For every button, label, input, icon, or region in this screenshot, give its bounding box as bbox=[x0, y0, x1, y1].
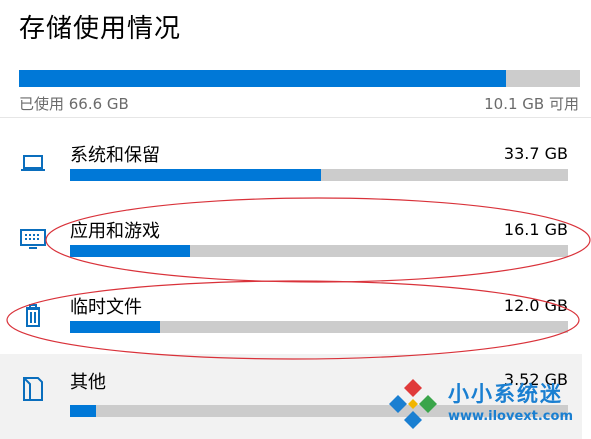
trash-icon bbox=[18, 300, 48, 330]
category-usage-bar-fill bbox=[70, 169, 322, 181]
category-size: 12.0 GB bbox=[503, 296, 568, 315]
category-label: 系统和保留 bbox=[70, 145, 160, 166]
category-size: 33.7 GB bbox=[503, 144, 568, 163]
category-label: 应用和游戏 bbox=[70, 221, 160, 242]
watermark-logo-icon bbox=[389, 379, 437, 429]
free-space-label: 10.1 GB 可用 bbox=[484, 95, 579, 113]
total-storage-bar-fill bbox=[19, 70, 506, 87]
keyboard-icon bbox=[18, 224, 48, 254]
folder-icon bbox=[18, 374, 48, 404]
category-label: 其他 bbox=[70, 372, 106, 393]
category-item-temp[interactable]: 临时文件 12.0 GB bbox=[0, 282, 582, 356]
watermark-url: www.ilovext.com bbox=[448, 409, 573, 424]
category-item-apps[interactable]: 应用和游戏 16.1 GB bbox=[0, 206, 582, 280]
category-usage-bar bbox=[70, 169, 568, 181]
watermark-title: 小小系统迷 bbox=[448, 382, 563, 406]
category-usage-bar-fill bbox=[70, 321, 161, 333]
category-usage-bar-fill bbox=[70, 245, 191, 257]
used-space-label: 已使用 66.6 GB bbox=[19, 95, 129, 113]
category-size: 16.1 GB bbox=[503, 220, 568, 239]
total-storage-bar bbox=[19, 70, 580, 87]
divider bbox=[0, 117, 591, 118]
category-label: 临时文件 bbox=[70, 297, 142, 318]
category-item-system[interactable]: 系统和保留 33.7 GB bbox=[0, 130, 582, 204]
laptop-icon bbox=[18, 148, 48, 178]
category-usage-bar bbox=[70, 245, 568, 257]
category-usage-bar-fill bbox=[70, 405, 97, 417]
watermark: 小小系统迷 www.ilovext.com bbox=[384, 375, 579, 433]
page-title: 存储使用情况 bbox=[19, 14, 182, 44]
category-usage-bar bbox=[70, 321, 568, 333]
